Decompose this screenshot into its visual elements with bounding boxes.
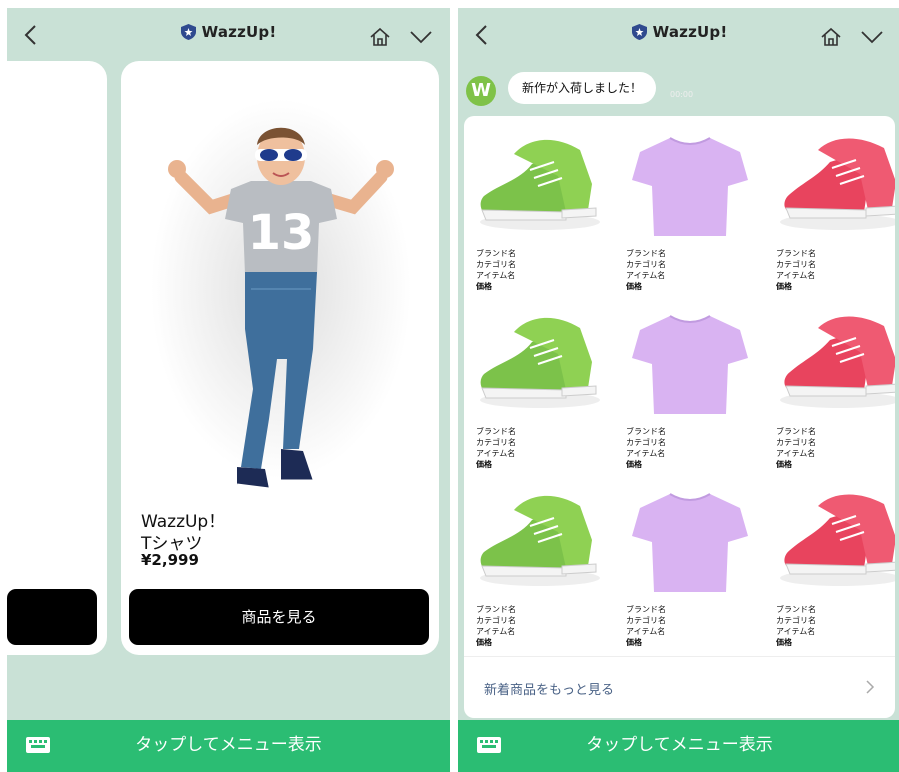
shield-icon <box>180 24 196 40</box>
product-card-previous[interactable] <box>7 61 107 655</box>
product-cell[interactable]: ブランド名カテゴリ名アイテム名価格 <box>470 124 610 302</box>
chevron-down-icon[interactable] <box>860 30 884 44</box>
product-category-name: カテゴリ名 <box>476 260 516 269</box>
product-brand-name: ブランド名 <box>476 249 516 258</box>
product-info: ブランド名カテゴリ名アイテム名価格 <box>476 248 516 292</box>
product-cell[interactable]: ブランド名カテゴリ名アイテム名価格 <box>770 480 895 658</box>
product-cell[interactable]: ブランド名カテゴリ名アイテム名価格 <box>620 124 760 302</box>
product-brand-name: ブランド名 <box>776 249 816 258</box>
product-item-name: アイテム名 <box>476 627 516 636</box>
product-info: ブランド名カテゴリ名アイテム名価格 <box>776 426 816 470</box>
product-info: ブランド名カテゴリ名アイテム名価格 <box>626 248 666 292</box>
product-brand-name: ブランド名 <box>776 605 816 614</box>
product-price: 価格 <box>626 638 642 647</box>
view-product-button-previous[interactable] <box>7 589 97 645</box>
product-price: 価格 <box>626 460 642 469</box>
message-time: 00:00 <box>670 90 694 99</box>
product-category-name: カテゴリ名 <box>476 616 516 625</box>
product-item-name: アイテム名 <box>476 271 516 280</box>
product-price: 価格 <box>776 460 792 469</box>
product-price: 価格 <box>776 282 792 291</box>
menu-bar-label: タップしてメニュー表示 <box>586 735 773 755</box>
chat-title-text: WazzUp! <box>652 23 728 41</box>
product-category-name: カテゴリ名 <box>776 260 816 269</box>
product-cell[interactable]: ブランド名カテゴリ名アイテム名価格 <box>620 480 760 658</box>
product-info: ブランド名カテゴリ名アイテム名価格 <box>776 604 816 648</box>
product-category-name: カテゴリ名 <box>776 438 816 447</box>
product-item-name: アイテム名 <box>626 627 666 636</box>
product-item-name: アイテム名 <box>626 271 666 280</box>
home-icon[interactable] <box>820 26 842 48</box>
product-info: ブランド名カテゴリ名アイテム名価格 <box>626 426 666 470</box>
product-price: ¥2,999 <box>141 551 199 569</box>
product-info: ブランド名カテゴリ名アイテム名価格 <box>626 604 666 648</box>
product-category-name: カテゴリ名 <box>626 438 666 447</box>
product-image[interactable] <box>470 124 610 242</box>
avatar[interactable]: W <box>466 76 496 106</box>
more-link-row[interactable]: 新着商品をもっと見る <box>464 656 895 718</box>
keyboard-icon[interactable] <box>25 734 51 756</box>
product-image[interactable] <box>620 124 760 242</box>
product-info: ブランド名カテゴリ名アイテム名価格 <box>776 248 816 292</box>
keyboard-icon[interactable] <box>476 734 502 756</box>
product-price: 価格 <box>776 638 792 647</box>
product-category-name: カテゴリ名 <box>476 438 516 447</box>
product-image[interactable] <box>470 302 610 420</box>
product-info: ブランド名カテゴリ名アイテム名価格 <box>476 604 516 648</box>
product-image[interactable] <box>770 302 895 420</box>
product-cell[interactable]: ブランド名カテゴリ名アイテム名価格 <box>620 302 760 480</box>
product-category-name: カテゴリ名 <box>626 616 666 625</box>
menu-bar[interactable]: タップしてメニュー表示 <box>7 720 450 772</box>
product-card[interactable]: 13 WazzUp！ Tシャツ ¥2,999 商品を見る <box>121 61 439 655</box>
more-new-items-link[interactable]: 新着商品をもっと見る <box>484 679 614 698</box>
product-brand-name: ブランド名 <box>476 427 516 436</box>
phone-screen-right: WazzUp! W 新作が入荷しました！ 00:00 新着商品をもっと見る ブラ… <box>458 8 899 772</box>
product-image[interactable] <box>620 480 760 598</box>
menu-bar[interactable]: タップしてメニュー表示 <box>458 720 899 772</box>
product-cell[interactable]: ブランド名カテゴリ名アイテム名価格 <box>770 124 895 302</box>
product-brand-name: ブランド名 <box>626 605 666 614</box>
product-price: 価格 <box>476 282 492 291</box>
product-item-name: アイテム名 <box>476 449 516 458</box>
product-price: 価格 <box>476 638 492 647</box>
product-grid-card: 新着商品をもっと見る ブランド名 カテゴリ名 アイテム名 価格 ブランド名 カテゴリ名 アイ… <box>464 116 895 718</box>
chat-title-text: WazzUp! <box>201 23 277 41</box>
product-price: 価格 <box>476 460 492 469</box>
product-brand-name: ブランド名 <box>626 249 666 258</box>
message-bubble: 新作が入荷しました！ <box>508 72 657 104</box>
home-icon[interactable] <box>369 26 391 48</box>
product-item-name: アイテム名 <box>776 271 816 280</box>
product-image[interactable] <box>770 480 895 598</box>
product-item-name: アイテム名 <box>776 449 816 458</box>
chevron-right-icon <box>866 680 875 694</box>
product-category-name: カテゴリ名 <box>776 616 816 625</box>
product-cell[interactable]: ブランド名カテゴリ名アイテム名価格 <box>470 302 610 480</box>
svg-text:13: 13 <box>248 205 315 261</box>
top-bar: WazzUp! <box>7 8 450 60</box>
menu-bar-label: タップしてメニュー表示 <box>135 735 322 755</box>
view-product-button[interactable]: 商品を見る <box>129 589 429 645</box>
product-brand-name: ブランド名 <box>776 427 816 436</box>
product-image[interactable] <box>770 124 895 242</box>
product-cell[interactable]: ブランド名カテゴリ名アイテム名価格 <box>770 302 895 480</box>
product-brand-name: ブランド名 <box>626 427 666 436</box>
phone-screen-left: WazzUp! 13 WazzUp！ Tシャツ ¥2,999 商品を見る タップ… <box>7 8 450 772</box>
product-photo: 13 <box>151 99 411 491</box>
top-bar: WazzUp! <box>458 8 899 60</box>
product-image[interactable] <box>620 302 760 420</box>
product-item-name: アイテム名 <box>776 627 816 636</box>
product-info: ブランド名カテゴリ名アイテム名価格 <box>476 426 516 470</box>
product-cell[interactable]: ブランド名カテゴリ名アイテム名価格 <box>470 480 610 658</box>
product-price: 価格 <box>626 282 642 291</box>
product-item-name: アイテム名 <box>626 449 666 458</box>
product-brand-name: ブランド名 <box>476 605 516 614</box>
chevron-down-icon[interactable] <box>409 30 433 44</box>
product-image[interactable] <box>470 480 610 598</box>
product-category-name: カテゴリ名 <box>626 260 666 269</box>
shield-icon <box>631 24 647 40</box>
